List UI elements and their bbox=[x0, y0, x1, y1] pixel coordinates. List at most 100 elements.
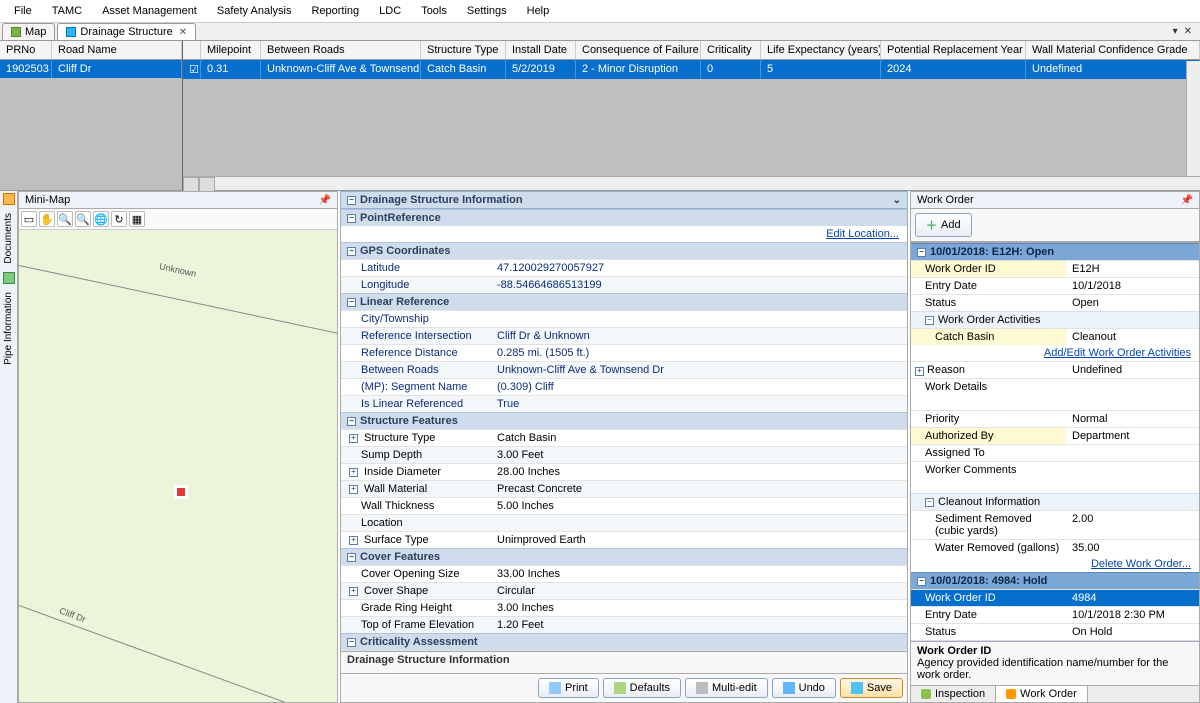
col-wall[interactable]: Wall Material Confidence Grade bbox=[1026, 41, 1200, 59]
cat-3[interactable]: −Structure Features bbox=[341, 412, 907, 429]
prop-val[interactable]: -88.54664686513199 bbox=[491, 277, 907, 293]
wo-row[interactable]: Worker Comments bbox=[911, 461, 1199, 493]
wo-row[interactable]: Status On Hold bbox=[911, 623, 1199, 640]
wo-pin-icon[interactable]: 📌 bbox=[1181, 195, 1193, 206]
wo-row[interactable]: Work Order ID 4984 bbox=[911, 589, 1199, 606]
collapse-icon[interactable]: − bbox=[347, 196, 356, 205]
prop-val[interactable]: 33.00 Inches bbox=[491, 566, 907, 582]
prop-row[interactable]: Location bbox=[341, 514, 907, 531]
wo-row[interactable]: Water Removed (gallons) 35.00 bbox=[911, 539, 1199, 556]
prop-row[interactable]: Latest Probability of Failure Undefined bbox=[341, 650, 907, 652]
prop-val[interactable]: Circular bbox=[491, 583, 907, 599]
wo-link2-a[interactable]: Delete Work Order... bbox=[1091, 558, 1191, 570]
prop-row[interactable]: (MP): Segment Name (0.309) Cliff bbox=[341, 378, 907, 395]
menu-settings[interactable]: Settings bbox=[457, 2, 517, 20]
wo-header[interactable]: −10/01/2018: 4984: Hold bbox=[911, 572, 1199, 589]
tab-close-icon[interactable]: ✕ bbox=[1182, 26, 1194, 37]
rail-pipe[interactable]: Pipe Information bbox=[3, 290, 14, 367]
prop-row[interactable]: Is Linear Referenced True bbox=[341, 395, 907, 412]
edit-location-link[interactable]: Edit Location... bbox=[826, 228, 899, 240]
prop-row[interactable]: Wall Thickness 5.00 Inches bbox=[341, 497, 907, 514]
wo-val[interactable] bbox=[1066, 379, 1199, 410]
prop-row[interactable]: +Inside Diameter 28.00 Inches bbox=[341, 463, 907, 480]
col-install[interactable]: Install Date bbox=[506, 41, 576, 59]
col-between[interactable]: Between Roads bbox=[261, 41, 421, 59]
wo-val[interactable]: Department bbox=[1066, 428, 1199, 444]
cat-1[interactable]: −GPS Coordinates bbox=[341, 242, 907, 259]
prop-row[interactable]: City/Township bbox=[341, 310, 907, 327]
wo-val[interactable]: Normal bbox=[1066, 411, 1199, 427]
wo-val[interactable] bbox=[1066, 445, 1199, 461]
menu-reporting[interactable]: Reporting bbox=[301, 2, 369, 20]
wo-row[interactable]: Priority Normal bbox=[911, 410, 1199, 427]
wo-row[interactable]: Authorized By Department bbox=[911, 427, 1199, 444]
add-button[interactable]: ＋ Add bbox=[915, 213, 972, 237]
globe-icon[interactable]: 🌐 bbox=[93, 211, 109, 227]
menu-ldc[interactable]: LDC bbox=[369, 2, 411, 20]
prop-row[interactable]: Top of Frame Elevation 1.20 Feet bbox=[341, 616, 907, 633]
grid-scroll-v[interactable] bbox=[1186, 61, 1200, 176]
prop-row[interactable]: Reference Intersection Cliff Dr & Unknow… bbox=[341, 327, 907, 344]
wo-row[interactable]: Assigned To bbox=[911, 444, 1199, 461]
wo-row[interactable]: Work Order ID E12H bbox=[911, 260, 1199, 277]
prop-val[interactable]: 0.285 mi. (1505 ft.) bbox=[491, 345, 907, 361]
prop-row[interactable]: Between Roads Unknown-Cliff Ave & Townse… bbox=[341, 361, 907, 378]
prop-val[interactable]: Precast Concrete bbox=[491, 481, 907, 497]
prop-row[interactable]: Cover Opening Size 33.00 Inches bbox=[341, 565, 907, 582]
cat-PointReference[interactable]: −PointReference bbox=[341, 209, 907, 226]
wo-val[interactable]: 35.00 bbox=[1066, 540, 1199, 556]
tab-dropdown-icon[interactable]: ▾ bbox=[1171, 26, 1180, 37]
tab-workorder[interactable]: Work Order bbox=[996, 686, 1088, 702]
menu-asset[interactable]: Asset Management bbox=[92, 2, 207, 20]
menu-tools[interactable]: Tools bbox=[411, 2, 457, 20]
menu-help[interactable]: Help bbox=[517, 2, 560, 20]
documents-icon[interactable] bbox=[3, 193, 15, 205]
pointer-icon[interactable]: ▭ bbox=[21, 211, 37, 227]
col-life[interactable]: Life Expectancy (years) bbox=[761, 41, 881, 59]
prop-val[interactable]: (0.309) Cliff bbox=[491, 379, 907, 395]
close-icon[interactable]: ✕ bbox=[179, 27, 187, 38]
wo-sub2[interactable]: −Cleanout Information bbox=[911, 493, 1199, 510]
prop-val[interactable]: 28.00 Inches bbox=[491, 464, 907, 480]
prop-val[interactable]: 1.20 Feet bbox=[491, 617, 907, 633]
grid-left-row[interactable]: 1902503 Cliff Dr bbox=[0, 60, 182, 78]
wo-header[interactable]: −10/01/2018: E12H: Open bbox=[911, 243, 1199, 260]
prop-row[interactable]: Longitude -88.54664686513199 bbox=[341, 276, 907, 293]
prop-val[interactable] bbox=[491, 515, 907, 531]
defaults-button[interactable]: Defaults bbox=[603, 678, 681, 698]
wo-val[interactable]: On Hold bbox=[1066, 624, 1199, 640]
wo-val[interactable]: 10/1/2018 2:30 PM bbox=[1066, 607, 1199, 623]
wo-row[interactable]: + Reason Undefined bbox=[911, 361, 1199, 378]
col-cof[interactable]: Consequence of Failure bbox=[576, 41, 701, 59]
wo-row[interactable]: Entry Date 10/1/2018 2:30 PM bbox=[911, 606, 1199, 623]
wo-val[interactable]: Undefined bbox=[1066, 362, 1199, 378]
undo-button[interactable]: Undo bbox=[772, 678, 836, 698]
wo-val[interactable]: E12H bbox=[1066, 261, 1199, 277]
prop-row[interactable]: Latitude 47.120029270057927 bbox=[341, 259, 907, 276]
prop-row[interactable]: Grade Ring Height 3.00 Inches bbox=[341, 599, 907, 616]
wo-activity[interactable]: Catch Basin Cleanout bbox=[911, 328, 1199, 345]
center-pin-icon[interactable]: ⌄ bbox=[893, 195, 901, 206]
col-crit[interactable]: Criticality bbox=[701, 41, 761, 59]
grid-scroll-h[interactable] bbox=[183, 176, 1200, 190]
col-structure[interactable]: Structure Type bbox=[421, 41, 506, 59]
grid-right-row[interactable]: ☑ 0.31 Unknown-Cliff Ave & Townsend Dr C… bbox=[183, 60, 1200, 79]
wo-row[interactable]: Status Open bbox=[911, 294, 1199, 311]
prop-row[interactable]: Reference Distance 0.285 mi. (1505 ft.) bbox=[341, 344, 907, 361]
tab-inspection[interactable]: Inspection bbox=[911, 686, 996, 702]
pipe-icon[interactable] bbox=[3, 272, 15, 284]
wo-val[interactable]: Open bbox=[1066, 295, 1199, 311]
prop-val[interactable]: 3.00 Feet bbox=[491, 447, 907, 463]
tab-drainage[interactable]: Drainage Structure ✕ bbox=[57, 23, 196, 40]
tab-map[interactable]: Map bbox=[2, 23, 55, 40]
wo-val[interactable]: 2.00 bbox=[1066, 511, 1199, 539]
pin-icon[interactable]: 📌 bbox=[319, 195, 331, 206]
prop-val[interactable]: Cliff Dr & Unknown bbox=[491, 328, 907, 344]
wo-row[interactable]: Entry Date 10/1/2018 bbox=[911, 277, 1199, 294]
wo-val[interactable]: 4984 bbox=[1066, 590, 1199, 606]
wo-val[interactable]: 10/1/2018 bbox=[1066, 278, 1199, 294]
menu-tamc[interactable]: TAMC bbox=[42, 2, 92, 20]
refresh-icon[interactable]: ↻ bbox=[111, 211, 127, 227]
col-prno[interactable]: PRNo bbox=[0, 41, 52, 59]
prop-val[interactable]: Catch Basin bbox=[491, 430, 907, 446]
